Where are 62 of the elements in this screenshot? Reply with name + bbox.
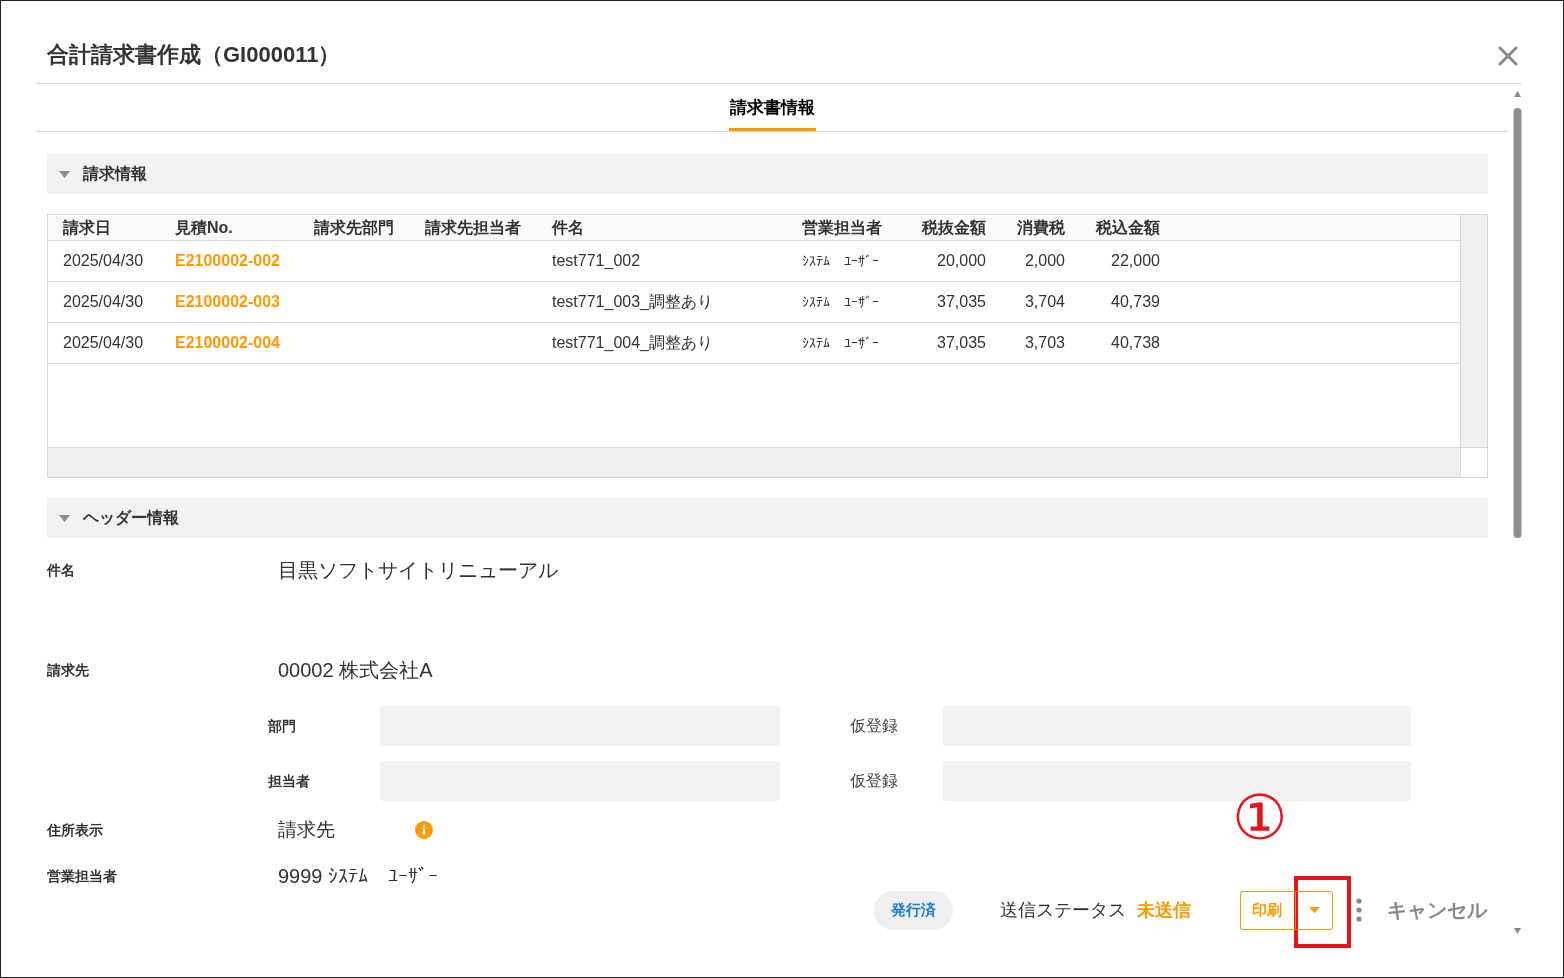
section-header[interactable]: 請求情報	[47, 154, 1488, 194]
table-cell-text: 22,000	[1110, 251, 1160, 271]
field-value: 9999 ｼｽﾃﾑ ﾕｰｻﾞｰ	[278, 864, 439, 888]
section-header[interactable]: ヘッダー情報	[47, 498, 1488, 538]
print-button[interactable]: 印刷	[1240, 890, 1295, 930]
print-menu-button[interactable]	[1295, 890, 1333, 930]
close-button[interactable]	[1497, 45, 1519, 67]
column-header: 税込金額	[1094, 217, 1160, 238]
table-cell-text: 2025/04/30	[63, 333, 145, 353]
field-label: 住所表示	[47, 821, 104, 840]
table-cell-text: ｼｽﾃﾑ ﾕｰｻﾞｰ	[802, 333, 880, 353]
field-value: 請求先	[278, 818, 336, 842]
field-label: 営業担当者	[47, 867, 118, 886]
field-value: 目黒ソフトサイトリニューアル	[278, 558, 558, 582]
cancel-button[interactable]: キャンセル	[1387, 895, 1487, 925]
estimate-link[interactable]: E2100002-004	[175, 331, 280, 355]
column-header: 税抜金額	[920, 217, 986, 238]
table-cell-text: ｼｽﾃﾑ ﾕｰｻﾞｰ	[802, 251, 880, 271]
table-cell-text: 20,000	[936, 251, 986, 271]
field-label: 担当者	[268, 771, 311, 791]
column-header: 請求日	[63, 217, 112, 238]
table-cell-text: 3,704	[1023, 292, 1065, 312]
info-icon	[415, 821, 433, 839]
table-cell-text: 2025/04/30	[63, 292, 145, 312]
more-options-button[interactable]	[1355, 896, 1363, 924]
field-label: 請求先	[47, 661, 90, 680]
table-cell-text: 37,035	[936, 292, 986, 312]
table-cell-text: 40,739	[1110, 292, 1160, 312]
column-header: 消費税	[1016, 217, 1065, 238]
send-status-label: 送信ステータス	[1000, 898, 1126, 922]
caret-icon	[1308, 907, 1320, 913]
table-cell-text: test771_003_調整あり	[552, 292, 714, 312]
column-header: 見積No.	[175, 217, 234, 238]
status-badge: 発行済	[874, 890, 953, 930]
column-header: 請求先部門	[314, 217, 395, 238]
table-cell-text: 2,000	[1023, 251, 1065, 271]
estimate-link[interactable]: E2100002-003	[175, 290, 280, 314]
table-cell-text: 40,738	[1110, 333, 1160, 353]
field-label: 仮登録	[850, 771, 899, 791]
field-label: 仮登録	[850, 716, 899, 736]
highlight-frame	[1294, 876, 1351, 948]
callout-number: ①	[1232, 787, 1288, 849]
dialog-title: 合計請求書作成（GI000011）	[47, 41, 341, 69]
scrollbar-track[interactable]	[48, 448, 1460, 477]
field-value: 00002 株式会社A	[278, 658, 433, 682]
column-header: 請求先担当者	[425, 217, 522, 238]
column-header: 営業担当者	[802, 217, 883, 238]
estimate-link[interactable]: E2100002-002	[175, 249, 280, 273]
field-label: 部門	[268, 716, 297, 736]
table-cell-text: test771_004_調整あり	[552, 333, 714, 353]
column-header: 件名	[552, 217, 585, 238]
table-cell-text: 2025/04/30	[63, 251, 145, 271]
close-icon	[1498, 46, 1518, 66]
tab[interactable]: 請求書情報	[728, 84, 816, 131]
table-cell-text: test771_002	[552, 251, 642, 271]
table-cell-text: ｼｽﾃﾑ ﾕｰｻﾞｰ	[802, 292, 880, 312]
scrollbar-track[interactable]	[1460, 215, 1487, 447]
three-dots-icon	[1356, 898, 1362, 922]
send-status-value: 未送信	[1137, 898, 1191, 922]
table-cell-text: 3,703	[1023, 333, 1065, 353]
field-label: 件名	[47, 561, 76, 580]
table-cell-text: 37,035	[936, 333, 986, 353]
